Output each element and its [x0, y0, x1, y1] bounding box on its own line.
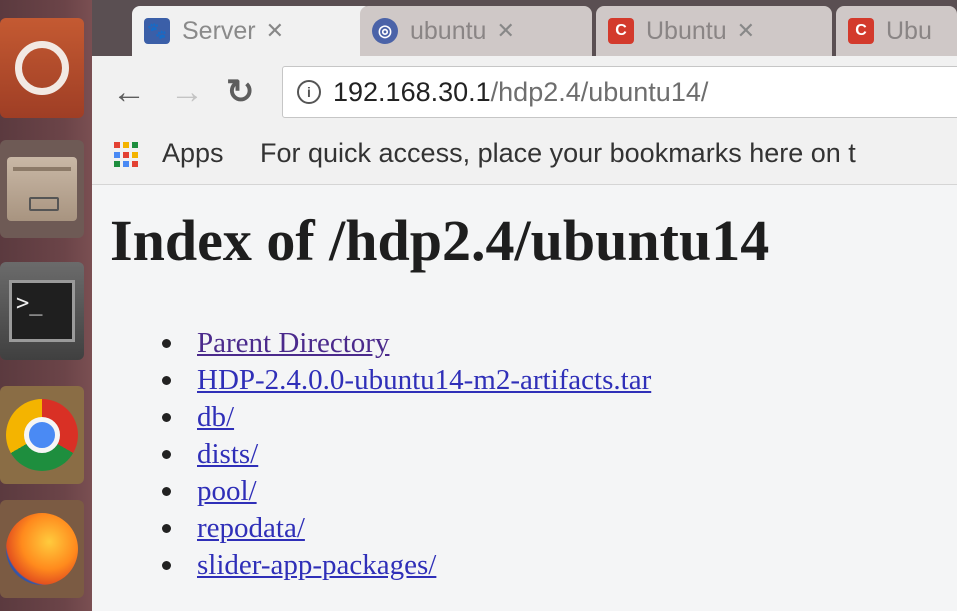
apps-shortcut[interactable]: Apps	[162, 138, 224, 169]
info-icon[interactable]: i	[297, 80, 321, 104]
list-item: Parent Directory	[162, 325, 651, 362]
bullet-icon	[162, 450, 171, 459]
link-slider-app-packages[interactable]: slider-app-packages/	[197, 549, 436, 582]
launcher-terminal-button[interactable]: >_	[0, 262, 84, 360]
bullet-icon	[162, 413, 171, 422]
terminal-icon: >_	[9, 280, 75, 342]
tab-ubuntu-1[interactable]: ◎ ubuntu ✕	[360, 6, 592, 56]
bullet-icon	[162, 561, 171, 570]
link-artifacts-tar[interactable]: HDP-2.4.0.0-ubuntu14-m2-artifacts.tar	[197, 364, 651, 397]
bullet-icon	[162, 524, 171, 533]
directory-listing: Parent Directory HDP-2.4.0.0-ubuntu14-m2…	[162, 325, 651, 584]
link-dists[interactable]: dists/	[197, 438, 258, 471]
list-item: HDP-2.4.0.0-ubuntu14-m2-artifacts.tar	[162, 362, 651, 399]
tab-title: Server	[182, 16, 256, 45]
address-bar[interactable]: i 192.168.30.1/hdp2.4/ubuntu14/	[282, 66, 957, 118]
close-icon[interactable]: ✕	[496, 18, 514, 44]
tab-server[interactable]: 🐾 Server ✕	[132, 6, 372, 56]
unity-launcher: >_	[0, 0, 92, 611]
tab-title: Ubu	[886, 16, 932, 45]
link-parent-directory[interactable]: Parent Directory	[197, 327, 389, 360]
c-logo-icon: C	[608, 18, 634, 44]
page-title: Index of /hdp2.4/ubuntu14	[110, 208, 770, 273]
list-item: pool/	[162, 473, 651, 510]
list-item: db/	[162, 399, 651, 436]
launcher-dash-button[interactable]	[0, 18, 84, 118]
file-cabinet-icon	[7, 157, 77, 221]
forward-button[interactable]: →	[170, 72, 204, 112]
list-item: slider-app-packages/	[162, 547, 651, 584]
tab-title: Ubuntu	[646, 16, 727, 45]
tab-ubuntu-3[interactable]: C Ubu	[836, 6, 957, 56]
bookmarks-bar: Apps For quick access, place your bookma…	[92, 128, 957, 185]
globe-icon: ◎	[372, 18, 398, 44]
browser-toolbar: ← → ↻ i 192.168.30.1/hdp2.4/ubuntu14/	[92, 56, 957, 128]
chrome-icon	[6, 399, 78, 471]
tab-ubuntu-2[interactable]: C Ubuntu ✕	[596, 6, 832, 56]
close-icon[interactable]: ✕	[737, 18, 755, 44]
back-button[interactable]: ←	[112, 72, 146, 112]
link-db[interactable]: db/	[197, 401, 234, 434]
close-icon[interactable]: ✕	[266, 18, 284, 44]
list-item: dists/	[162, 436, 651, 473]
apps-grid-icon[interactable]	[114, 142, 140, 168]
tab-title: ubuntu	[410, 16, 487, 45]
url-path: /hdp2.4/ubuntu14/	[490, 76, 709, 107]
list-item: repodata/	[162, 510, 651, 547]
link-repodata[interactable]: repodata/	[197, 512, 305, 545]
browser-window: 🐾 Server ✕ ◎ ubuntu ✕ C Ubuntu ✕ C Ubu ←…	[92, 0, 957, 611]
firefox-icon	[6, 513, 78, 585]
launcher-firefox-button[interactable]	[0, 500, 84, 598]
reload-button[interactable]: ↻	[226, 72, 255, 112]
url-host: 192.168.30.1	[333, 76, 491, 107]
bullet-icon	[162, 339, 171, 348]
page-content: Index of /hdp2.4/ubuntu14 Parent Directo…	[92, 185, 957, 611]
bookmarks-hint: For quick access, place your bookmarks h…	[260, 138, 856, 168]
link-pool[interactable]: pool/	[197, 475, 257, 508]
c-logo-icon: C	[848, 18, 874, 44]
bullet-icon	[162, 487, 171, 496]
ubuntu-logo-icon	[15, 41, 69, 95]
paw-icon: 🐾	[144, 18, 170, 44]
launcher-files-button[interactable]	[0, 140, 84, 238]
bullet-icon	[162, 376, 171, 385]
tab-strip: 🐾 Server ✕ ◎ ubuntu ✕ C Ubuntu ✕ C Ubu	[92, 0, 957, 56]
launcher-chrome-button[interactable]	[0, 386, 84, 484]
